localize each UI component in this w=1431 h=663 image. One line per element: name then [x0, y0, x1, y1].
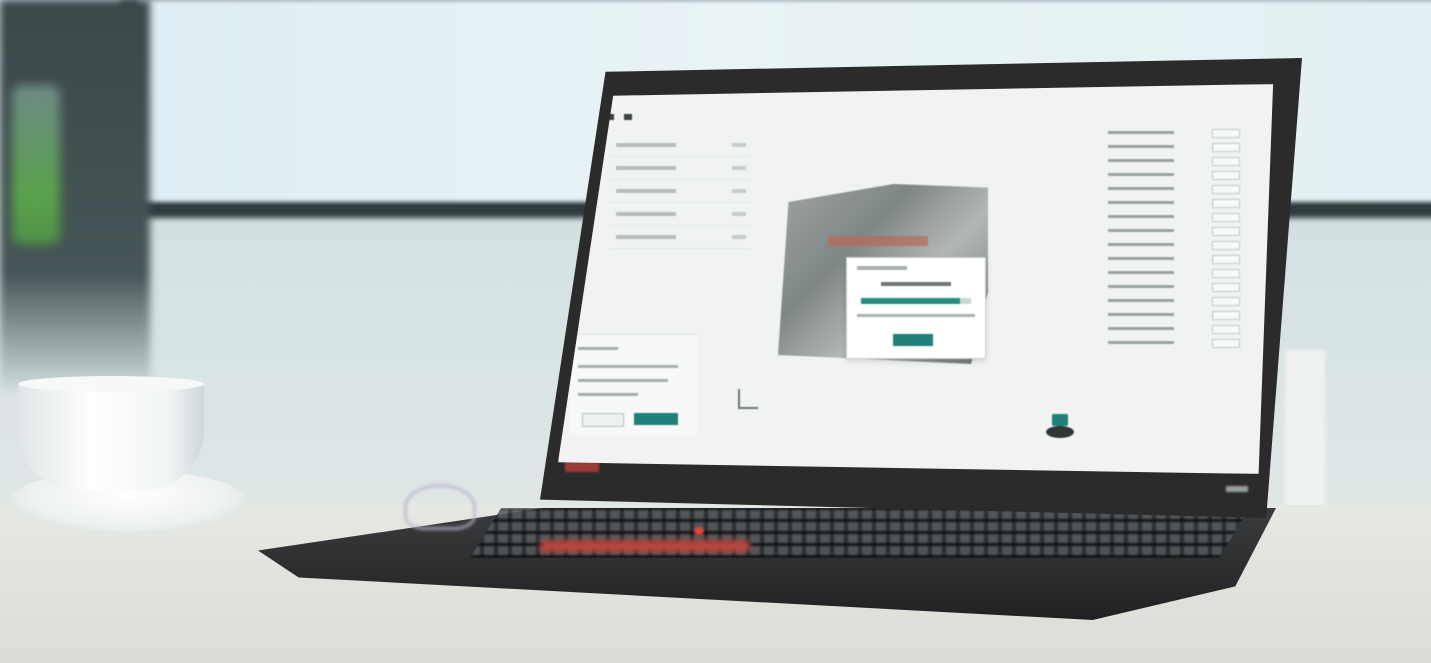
dialog-message [857, 314, 975, 317]
background-bottle [12, 85, 60, 245]
row-control[interactable] [1212, 199, 1240, 208]
right-panel-row[interactable] [1106, 154, 1246, 168]
row-label [616, 166, 676, 170]
app-right-panel [1106, 126, 1246, 366]
left-panel-row[interactable] [610, 180, 750, 203]
row-label [616, 212, 676, 216]
bottom-panel-text [578, 365, 678, 368]
row-label [1108, 327, 1174, 330]
right-panel-row[interactable] [1106, 280, 1246, 294]
row-control[interactable] [1212, 283, 1240, 292]
row-label [616, 143, 676, 147]
row-control[interactable] [1212, 227, 1240, 236]
right-panel-row[interactable] [1106, 140, 1246, 154]
bottom-panel-text [578, 379, 668, 382]
right-panel-row[interactable] [1106, 252, 1246, 266]
row-label [1108, 271, 1174, 274]
progress-bar [861, 298, 971, 304]
row-control[interactable] [1212, 255, 1240, 264]
dialog-ok-button[interactable] [893, 334, 933, 346]
row-label [1108, 299, 1174, 302]
trackpad-buttons [540, 540, 750, 552]
dialog-title [857, 266, 907, 270]
row-label [616, 235, 676, 239]
right-panel-row[interactable] [1106, 266, 1246, 280]
row-control[interactable] [1212, 143, 1240, 152]
dialog-heading [881, 282, 951, 286]
dental-3d-model-gum [828, 236, 928, 246]
right-panel-row[interactable] [1106, 294, 1246, 308]
row-control[interactable] [1212, 185, 1240, 194]
axis-gizmo-icon [738, 389, 758, 409]
row-control[interactable] [1212, 129, 1240, 138]
row-label [1108, 187, 1174, 190]
row-control[interactable] [1212, 269, 1240, 278]
row-value [732, 166, 746, 170]
right-panel-row[interactable] [1106, 336, 1246, 350]
right-panel-row[interactable] [1106, 322, 1246, 336]
row-control[interactable] [1212, 157, 1240, 166]
dental-aligner-icon [404, 484, 476, 530]
row-control[interactable] [1212, 325, 1240, 334]
row-label [616, 189, 676, 193]
background-card [1285, 350, 1325, 520]
left-panel-row[interactable] [610, 203, 750, 226]
row-label [1108, 215, 1174, 218]
right-panel-row[interactable] [1106, 210, 1246, 224]
left-panel-row[interactable] [610, 134, 750, 157]
printer-head [1052, 414, 1068, 426]
right-panel-row[interactable] [1106, 224, 1246, 238]
3d-printer-icon[interactable] [1046, 414, 1074, 440]
coffee-cup-rim [18, 376, 204, 392]
coffee-cup-icon [18, 382, 204, 490]
photo-scene [0, 0, 1431, 663]
right-panel-row[interactable] [1106, 126, 1246, 140]
right-panel-row[interactable] [1106, 238, 1246, 252]
bottom-panel-title [578, 347, 618, 350]
row-value [732, 189, 746, 193]
progress-dialog [846, 257, 986, 359]
row-control[interactable] [1212, 213, 1240, 222]
progress-bar-fill [861, 298, 960, 304]
right-panel-row[interactable] [1106, 308, 1246, 322]
laptop-brand-logo [565, 462, 599, 472]
bottom-panel-secondary-button[interactable] [582, 413, 624, 427]
laptop-model-badge [1226, 486, 1248, 492]
left-panel-row[interactable] [610, 157, 750, 180]
row-label [1108, 341, 1174, 344]
row-label [1108, 145, 1174, 148]
right-panel-row[interactable] [1106, 196, 1246, 210]
app-left-panel [610, 134, 750, 274]
row-value [732, 143, 746, 147]
right-panel-row[interactable] [1106, 182, 1246, 196]
row-value [732, 235, 746, 239]
row-label [1108, 229, 1174, 232]
laptop-screen [558, 84, 1274, 474]
row-label [1108, 131, 1174, 134]
row-label [1108, 173, 1174, 176]
row-label [1108, 243, 1174, 246]
row-control[interactable] [1212, 339, 1240, 348]
app-topbar [602, 110, 1262, 126]
app-bottom-panel [570, 334, 698, 435]
row-control[interactable] [1212, 297, 1240, 306]
row-control[interactable] [1212, 311, 1240, 320]
bottom-panel-text [578, 393, 638, 396]
row-control[interactable] [1212, 241, 1240, 250]
row-control[interactable] [1212, 171, 1240, 180]
row-label [1108, 285, 1174, 288]
home-icon [624, 114, 632, 120]
row-label [1108, 201, 1174, 204]
row-label [1108, 257, 1174, 260]
row-value [732, 212, 746, 216]
trackpoint [694, 527, 704, 535]
bottom-panel-primary-button[interactable] [634, 413, 678, 425]
row-label [1108, 313, 1174, 316]
right-panel-row[interactable] [1106, 168, 1246, 182]
printer-base [1046, 426, 1074, 438]
row-label [1108, 159, 1174, 162]
left-panel-row[interactable] [610, 226, 750, 249]
